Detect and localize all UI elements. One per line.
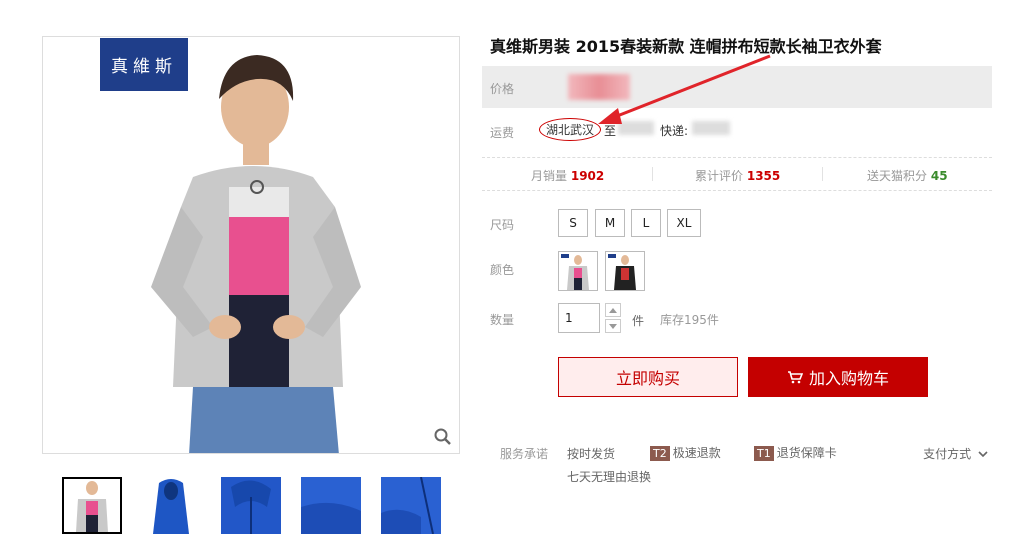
buy-now-button[interactable]: 立即购买	[558, 357, 738, 397]
shipping-label: 运费	[490, 126, 515, 140]
stat-divider	[652, 167, 653, 181]
payment-methods[interactable]: 支付方式	[923, 445, 988, 462]
service-item[interactable]: 七天无理由退换	[567, 468, 651, 485]
chevron-down-icon	[978, 451, 988, 458]
express-fee-blurred	[692, 121, 730, 135]
thumbnail-5[interactable]	[381, 477, 441, 534]
cart-icon	[787, 371, 803, 384]
chevron-up-icon	[609, 307, 617, 313]
service-badge: T1	[754, 446, 774, 461]
monthly-sales: 月销量 1902	[531, 169, 605, 183]
quantity-unit: 件	[632, 314, 645, 328]
quantity-label: 数量	[490, 313, 515, 327]
stat-divider	[822, 167, 823, 181]
express-label: 快递:	[660, 124, 689, 138]
price-value-blurred	[568, 74, 630, 100]
ship-to-prefix: 至	[604, 124, 617, 138]
main-product-image: 真維斯	[42, 36, 460, 454]
shipping-row: 运费 湖北武汉 至 快递:	[482, 114, 992, 148]
size-option-l[interactable]: L	[631, 209, 661, 237]
add-to-cart-label: 加入购物车	[808, 369, 889, 388]
color-option-black[interactable]	[605, 251, 645, 291]
service-item[interactable]: T2 极速退款	[650, 444, 721, 461]
stock-count: 库存195件	[660, 313, 719, 327]
color-label: 颜色	[490, 263, 515, 277]
zoom-icon[interactable]	[433, 427, 453, 447]
stats-row: 月销量 1902 累计评价 1355 送天猫积分 45	[482, 157, 992, 191]
price-row: 价格	[482, 66, 992, 108]
add-to-cart-button[interactable]: 加入购物车	[748, 357, 928, 397]
size-option-m[interactable]: M	[595, 209, 625, 237]
services-label: 服务承诺	[500, 447, 549, 461]
ship-from-location[interactable]: 湖北武汉	[539, 118, 602, 141]
quantity-increase-button[interactable]	[605, 303, 621, 317]
thumbnail-4[interactable]	[301, 477, 361, 534]
thumbnail-2[interactable]	[141, 477, 201, 534]
service-promises: 服务承诺 按时发货 T2 极速退款 T1 退货保障卡 七天无理由退换 支付方式	[482, 444, 1002, 484]
service-item[interactable]: 按时发货	[567, 445, 615, 462]
quantity-decrease-button[interactable]	[605, 319, 621, 333]
chevron-down-icon	[609, 323, 617, 329]
quantity-input[interactable]	[558, 303, 600, 333]
price-label: 价格	[490, 82, 515, 96]
color-option-gray[interactable]	[558, 251, 598, 291]
brand-logo: 真維斯	[100, 38, 188, 91]
product-title: 真维斯男装 2015春装新款 连帽拼布短款长袖卫衣外套	[490, 37, 882, 56]
review-count[interactable]: 累计评价 1355	[695, 167, 780, 184]
tmall-points: 送天猫积分 45	[867, 169, 948, 183]
service-item[interactable]: T1 退货保障卡	[754, 444, 837, 461]
size-option-s[interactable]: S	[558, 209, 588, 237]
service-badge: T2	[650, 446, 670, 461]
size-option-xl[interactable]: XL	[667, 209, 701, 237]
size-label: 尺码	[490, 218, 515, 232]
model-photo	[151, 55, 361, 453]
ship-to-blurred[interactable]	[618, 121, 654, 135]
thumbnail-3[interactable]	[221, 477, 281, 534]
thumbnail-1[interactable]	[62, 477, 122, 534]
